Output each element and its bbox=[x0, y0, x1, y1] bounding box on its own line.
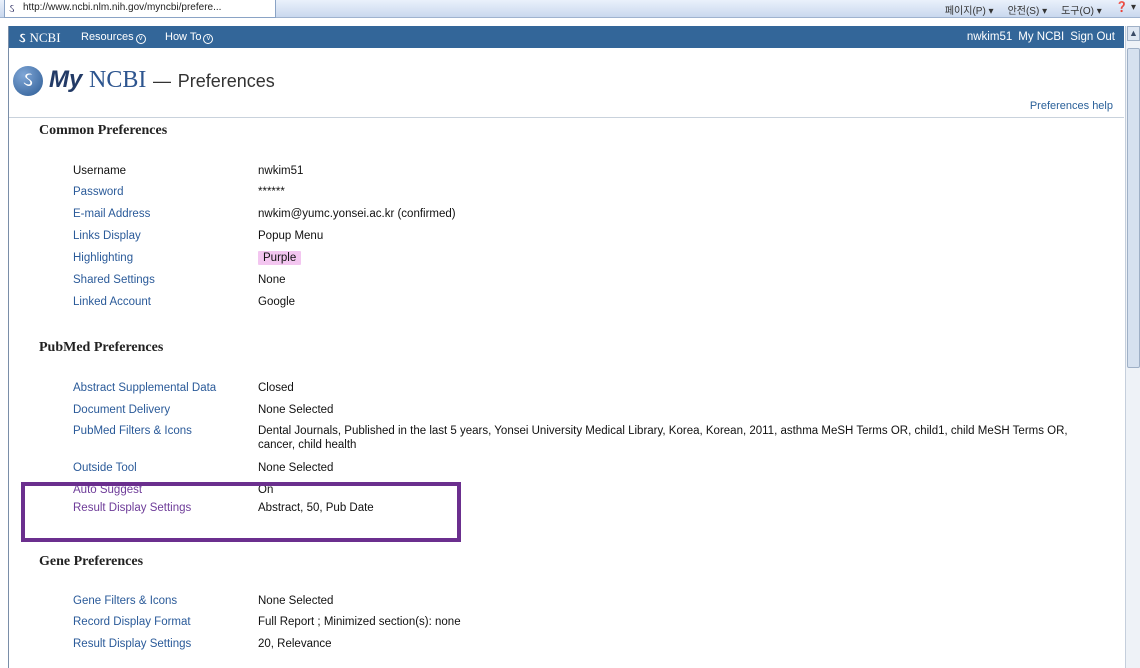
pref-value: Closed bbox=[258, 382, 294, 394]
title-preferences: Preferences bbox=[177, 71, 275, 91]
vertical-scrollbar[interactable]: ▲ bbox=[1125, 26, 1140, 668]
scroll-up-arrow-icon[interactable]: ▲ bbox=[1127, 26, 1140, 41]
highlight-swatch: Purple bbox=[258, 251, 302, 265]
pref-link[interactable]: Shared Settings bbox=[73, 273, 258, 295]
pref-link[interactable]: Record Display Format bbox=[73, 615, 258, 637]
logo-my: My bbox=[49, 66, 83, 93]
pref-row-email: E-mail Address nwkim@yumc.yonsei.ac.kr (… bbox=[73, 207, 1088, 229]
pref-row-username: Username nwkim51 bbox=[73, 164, 1088, 185]
my-ncbi-logo-icon: ઽ bbox=[13, 66, 43, 96]
pubmed-preferences-heading: PubMed Preferences bbox=[39, 340, 164, 355]
pref-value: Google bbox=[258, 296, 296, 308]
how-to-menu-label: How To bbox=[165, 31, 202, 43]
pref-row-highlighting: Highlighting Purple bbox=[73, 251, 1088, 273]
ncbi-logo[interactable]: ઽ NCBI bbox=[19, 30, 61, 46]
user-area: nwkim51 My NCBI Sign Out bbox=[967, 31, 1115, 43]
chevron-down-icon: v bbox=[203, 34, 214, 44]
pref-link[interactable]: Gene Filters & Icons bbox=[73, 594, 258, 615]
gene-preferences-heading: Gene Preferences bbox=[39, 554, 144, 569]
common-preferences-heading: Common Preferences bbox=[39, 123, 168, 138]
logo-ncbi: NCBI bbox=[89, 67, 147, 93]
pref-link[interactable]: Result Display Settings bbox=[73, 637, 258, 659]
browser-tab-title: http://www.ncbi.nlm.nih.gov/myncbi/prefe… bbox=[23, 2, 222, 13]
screen: ઽ http://www.ncbi.nlm.nih.gov/myncbi/pre… bbox=[0, 0, 1140, 668]
pref-link[interactable]: Outside Tool bbox=[73, 461, 258, 483]
pref-value: Dental Journals, Published in the last 5… bbox=[258, 425, 1068, 451]
pref-row-linked-account: Linked Account Google bbox=[73, 295, 1088, 317]
pref-row-record-display-format: Record Display Format Full Report ; Mini… bbox=[73, 615, 1088, 637]
pref-row-gene-result-display: Result Display Settings 20, Relevance bbox=[73, 637, 1088, 659]
preferences-help-link[interactable]: Preferences help bbox=[1030, 100, 1113, 112]
browser-command-tools[interactable]: 도구(O) ▾ bbox=[1061, 2, 1102, 17]
pref-value: None Selected bbox=[258, 462, 334, 474]
how-to-menu[interactable]: How To v bbox=[165, 31, 214, 44]
pref-link[interactable]: Abstract Supplemental Data bbox=[73, 381, 258, 403]
chevron-down-icon: v bbox=[135, 34, 146, 44]
pref-row-password: Password ****** bbox=[73, 185, 1088, 207]
browser-command-safety[interactable]: 안전(S) ▾ bbox=[1008, 2, 1048, 17]
pref-link[interactable]: Highlighting bbox=[73, 251, 258, 273]
pref-row-links-display: Links Display Popup Menu bbox=[73, 229, 1088, 251]
sign-out-link[interactable]: Sign Out bbox=[1070, 31, 1115, 43]
common-preferences-list: Username nwkim51 Password ****** E-mail … bbox=[73, 164, 1088, 317]
browser-tab[interactable]: ઽ http://www.ncbi.nlm.nih.gov/myncbi/pre… bbox=[4, 0, 276, 18]
scrollbar-thumb[interactable] bbox=[1127, 48, 1140, 368]
pref-value: None Selected bbox=[258, 595, 334, 607]
my-ncbi-link[interactable]: My NCBI bbox=[1018, 31, 1064, 43]
pref-row-outside-tool: Outside Tool None Selected bbox=[73, 461, 1088, 483]
annotation-highlight-box bbox=[21, 482, 461, 542]
pref-value: 20, Relevance bbox=[258, 638, 332, 650]
pref-link[interactable]: PubMed Filters & Icons bbox=[73, 424, 258, 461]
pref-value: nwkim51 bbox=[258, 165, 304, 177]
pref-row-pubmed-filters: PubMed Filters & Icons Dental Journals, … bbox=[73, 424, 1088, 461]
page-header: ઽ My NCBI — Preferences Preferences help bbox=[9, 48, 1124, 118]
pref-row-abstract-supplemental: Abstract Supplemental Data Closed bbox=[73, 381, 1088, 403]
title-dash: — bbox=[153, 71, 172, 91]
pref-row-document-delivery: Document Delivery None Selected bbox=[73, 403, 1088, 424]
pref-value: None Selected bbox=[258, 404, 334, 416]
page-title: My NCBI — Preferences bbox=[49, 66, 275, 94]
pref-link[interactable]: Document Delivery bbox=[73, 403, 258, 424]
ncbi-favicon-icon: ઽ bbox=[9, 3, 15, 15]
pref-value: Popup Menu bbox=[258, 230, 324, 242]
resources-menu-label: Resources bbox=[81, 31, 134, 43]
browser-toolbar: ઽ http://www.ncbi.nlm.nih.gov/myncbi/pre… bbox=[0, 0, 1140, 18]
pref-link[interactable]: Password bbox=[73, 185, 258, 207]
ncbi-logo-text: NCBI bbox=[29, 30, 61, 45]
resources-menu[interactable]: Resources v bbox=[81, 31, 146, 44]
gene-preferences-list: Gene Filters & Icons None Selected Recor… bbox=[73, 594, 1088, 659]
browser-command-help[interactable]: ❓ ▾ bbox=[1116, 2, 1136, 17]
pref-link[interactable]: E-mail Address bbox=[73, 207, 258, 229]
pref-link[interactable]: Linked Account bbox=[73, 295, 258, 317]
pref-value: Purple bbox=[258, 251, 1088, 273]
ncbi-toolbar: ઽ NCBI Resources v How To v nwkim51 My NCBI… bbox=[9, 26, 1124, 48]
pref-label: Username bbox=[73, 165, 127, 177]
username-link[interactable]: nwkim51 bbox=[967, 31, 1012, 43]
pref-value: nwkim@yumc.yonsei.ac.kr (confirmed) bbox=[258, 208, 456, 220]
page-content: ઽ NCBI Resources v How To v nwkim51 My NCBI… bbox=[8, 26, 1124, 668]
browser-command-bar: 페이지(P) ▾ 안전(S) ▾ 도구(O) ▾ ❓ ▾ bbox=[945, 2, 1136, 17]
pref-link[interactable]: Links Display bbox=[73, 229, 258, 251]
browser-command-page[interactable]: 페이지(P) ▾ bbox=[945, 2, 994, 17]
pref-row-shared-settings: Shared Settings None bbox=[73, 273, 1088, 295]
pref-value: ****** bbox=[258, 186, 285, 198]
pref-value: Full Report ; Minimized section(s): none bbox=[258, 616, 461, 628]
pref-value: None bbox=[258, 274, 286, 286]
pref-row-gene-filters: Gene Filters & Icons None Selected bbox=[73, 594, 1088, 615]
ncbi-logo-icon: ઽ bbox=[19, 30, 26, 45]
